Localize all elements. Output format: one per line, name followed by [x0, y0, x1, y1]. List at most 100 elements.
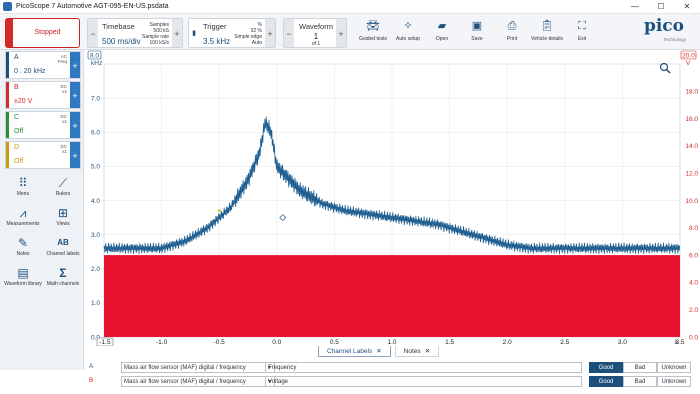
channel-a-options-button[interactable]: +	[70, 52, 80, 78]
good-button[interactable]: Good	[589, 376, 623, 387]
views-icon: ⊞	[57, 206, 69, 220]
measurements-button[interactable]: ⩘ Measurements	[4, 206, 42, 227]
fullscreen-icon: ⛶	[578, 20, 586, 32]
left-axis-tick: 7.0	[91, 95, 100, 102]
printer-icon: ⎙	[507, 20, 517, 32]
channel-labels-button[interactable]: AB Channel labels	[44, 236, 82, 257]
auto-setup-button[interactable]: ✧ Auto setup	[389, 18, 427, 48]
waveform-label: Waveform	[299, 22, 333, 31]
channel-a-card[interactable]: A AC Freq 0 . 20 kHz +	[5, 51, 81, 79]
trigger-mode[interactable]: Auto	[222, 40, 262, 46]
waveform-number[interactable]: 1	[296, 32, 336, 41]
x-axis-tick: -0.5	[214, 339, 226, 346]
right-axis-tick: 4.0	[689, 280, 698, 287]
folder-icon: ▰	[437, 20, 447, 32]
channel-b-options-button[interactable]: +	[70, 82, 80, 108]
x-axis-tick: 0.0	[272, 339, 281, 346]
channel-label-row-a: A Mass air flow sensor (MAF) digital / f…	[84, 362, 700, 373]
left-axis-tick: 5.0	[91, 164, 100, 171]
zoom-icon-handle	[665, 68, 671, 74]
menu-button[interactable]: ⠿ Menu	[4, 176, 42, 197]
waveform-prev-button[interactable]: −	[284, 19, 294, 47]
timebase-increase-button[interactable]: +	[172, 19, 182, 47]
tab-notes[interactable]: Notes ✕	[394, 346, 440, 357]
channel-labels-icon: AB	[57, 238, 69, 247]
title-bar: PicoScope 7 Automotive AGT-095-EN-US.psd…	[0, 0, 700, 14]
channel-c-range[interactable]: Off	[14, 128, 23, 135]
channel-d-options-button[interactable]: +	[70, 142, 80, 168]
trigger-control: ▮ Trigger 3.5 kHz % 32 % Simple edge Aut…	[188, 18, 276, 48]
left-axis-tick: 2.0	[91, 266, 100, 273]
print-button[interactable]: ⎙ Print	[493, 18, 531, 48]
left-axis-unit: kHz	[91, 60, 102, 67]
channel-a-range[interactable]: 0 . 20 kHz	[14, 68, 46, 75]
channel-b-name: B	[14, 84, 19, 91]
waveform-library-button[interactable]: ▤ Waveform library	[4, 266, 42, 287]
ruler-icon: ⟋	[58, 176, 68, 190]
label-input[interactable]: Voltage	[265, 376, 582, 387]
guided-tests-button[interactable]: 🚘︎ Guided tests	[354, 18, 392, 48]
right-axis-tick: 2.0	[689, 307, 698, 314]
wand-icon: ✧	[403, 20, 413, 32]
vehicle-details-button[interactable]: 📋︎ Vehicle details	[528, 18, 566, 48]
notes-icon: ✎	[17, 236, 29, 250]
unknown-button[interactable]: Unknown	[657, 362, 691, 373]
channel-b-card[interactable]: B DC x1 ±20 V +	[5, 81, 81, 109]
channel-d-range[interactable]: Off	[14, 158, 23, 165]
trigger-increase-button[interactable]: +	[265, 19, 275, 47]
pico-logo-subtitle: Technology	[663, 37, 686, 42]
rulers-button[interactable]: ⟋ Rulers	[44, 176, 82, 197]
timebase-decrease-button[interactable]: −	[88, 19, 98, 47]
trigger-indicator: ▮	[189, 19, 199, 47]
right-axis-tick: 14.0	[685, 143, 698, 150]
right-axis-top-label: 20.0	[682, 52, 695, 59]
channel-c-card[interactable]: C DC x1 Off +	[5, 111, 81, 139]
left-axis-tick: 3.0	[91, 232, 100, 239]
channel-b-range[interactable]: ±20 V	[14, 98, 32, 105]
fullscreen-button[interactable]: ⛶ Exit	[563, 18, 601, 48]
x-axis-tick: -1.5	[99, 339, 111, 346]
channel-sidebar: A AC Freq 0 . 20 kHz + B DC x1 ±20 V + C D…	[0, 50, 84, 370]
close-button[interactable]: ✕	[674, 0, 700, 14]
menu-icon: ⠿	[18, 176, 28, 190]
waveform-library-icon: ▤	[17, 266, 29, 280]
channel-c-options-button[interactable]: +	[70, 112, 80, 138]
sample-rate-value[interactable]: 100 kS/s	[129, 40, 169, 46]
x-axis-tick: 1.5	[445, 339, 454, 346]
right-axis-tick: 16.0	[685, 116, 698, 123]
maximize-button[interactable]: ☐	[648, 0, 674, 14]
x-axis-tick: -1.0	[156, 339, 168, 346]
math-channels-button[interactable]: Σ Math channels	[44, 266, 82, 287]
waveform-next-button[interactable]: +	[336, 19, 346, 47]
bad-button[interactable]: Bad	[623, 362, 657, 373]
bad-button[interactable]: Bad	[623, 376, 657, 387]
label-input[interactable]: Frequency	[265, 362, 582, 373]
clipboard-icon: 📋︎	[540, 20, 554, 32]
left-axis-tick: 1.0	[91, 300, 100, 307]
sensor-select[interactable]: Mass air flow sensor (MAF) digital / fre…	[121, 376, 275, 387]
minimize-button[interactable]: —	[622, 0, 648, 14]
oscilloscope-chart[interactable]: 8.0kHz7.06.05.04.03.02.01.00.020.0V18.01…	[86, 50, 700, 346]
waveform-count: of 1	[311, 41, 321, 47]
save-button[interactable]: ▣ Save	[458, 18, 496, 48]
car-icon: 🚘︎	[366, 20, 380, 32]
channel-d-card[interactable]: D DC x1 Off +	[5, 141, 81, 169]
views-button[interactable]: ⊞ Views	[44, 206, 82, 227]
unknown-button[interactable]: Unknown	[657, 376, 691, 387]
save-icon: ▣	[471, 20, 483, 32]
close-icon[interactable]: ✕	[376, 348, 381, 355]
zoom-icon	[659, 62, 669, 72]
good-button[interactable]: Good	[589, 362, 623, 373]
math-icon: Σ	[59, 266, 67, 280]
scope-view[interactable]: 8.0 kHz 7.0 6.0 5.0 4.0 3.0 2.0 1.0 0.0 20.0 V 18.0 1…	[86, 50, 700, 346]
channel-label-row-b: B Mass air flow sensor (MAF) digital / f…	[84, 376, 700, 387]
close-icon[interactable]: ✕	[425, 348, 430, 355]
tab-channel-labels[interactable]: Channel Labels ✕	[318, 346, 391, 357]
sensor-select[interactable]: Mass air flow sensor (MAF) digital / fre…	[121, 362, 275, 373]
right-axis-tick: 18.0	[685, 89, 698, 96]
run-stop-button[interactable]: Stopped	[5, 18, 80, 48]
notes-button[interactable]: ✎ Notes	[4, 236, 42, 257]
x-axis-tick: 2.5	[560, 339, 569, 346]
right-axis-tick: 8.0	[689, 225, 698, 232]
open-button[interactable]: ▰ Open	[423, 18, 461, 48]
